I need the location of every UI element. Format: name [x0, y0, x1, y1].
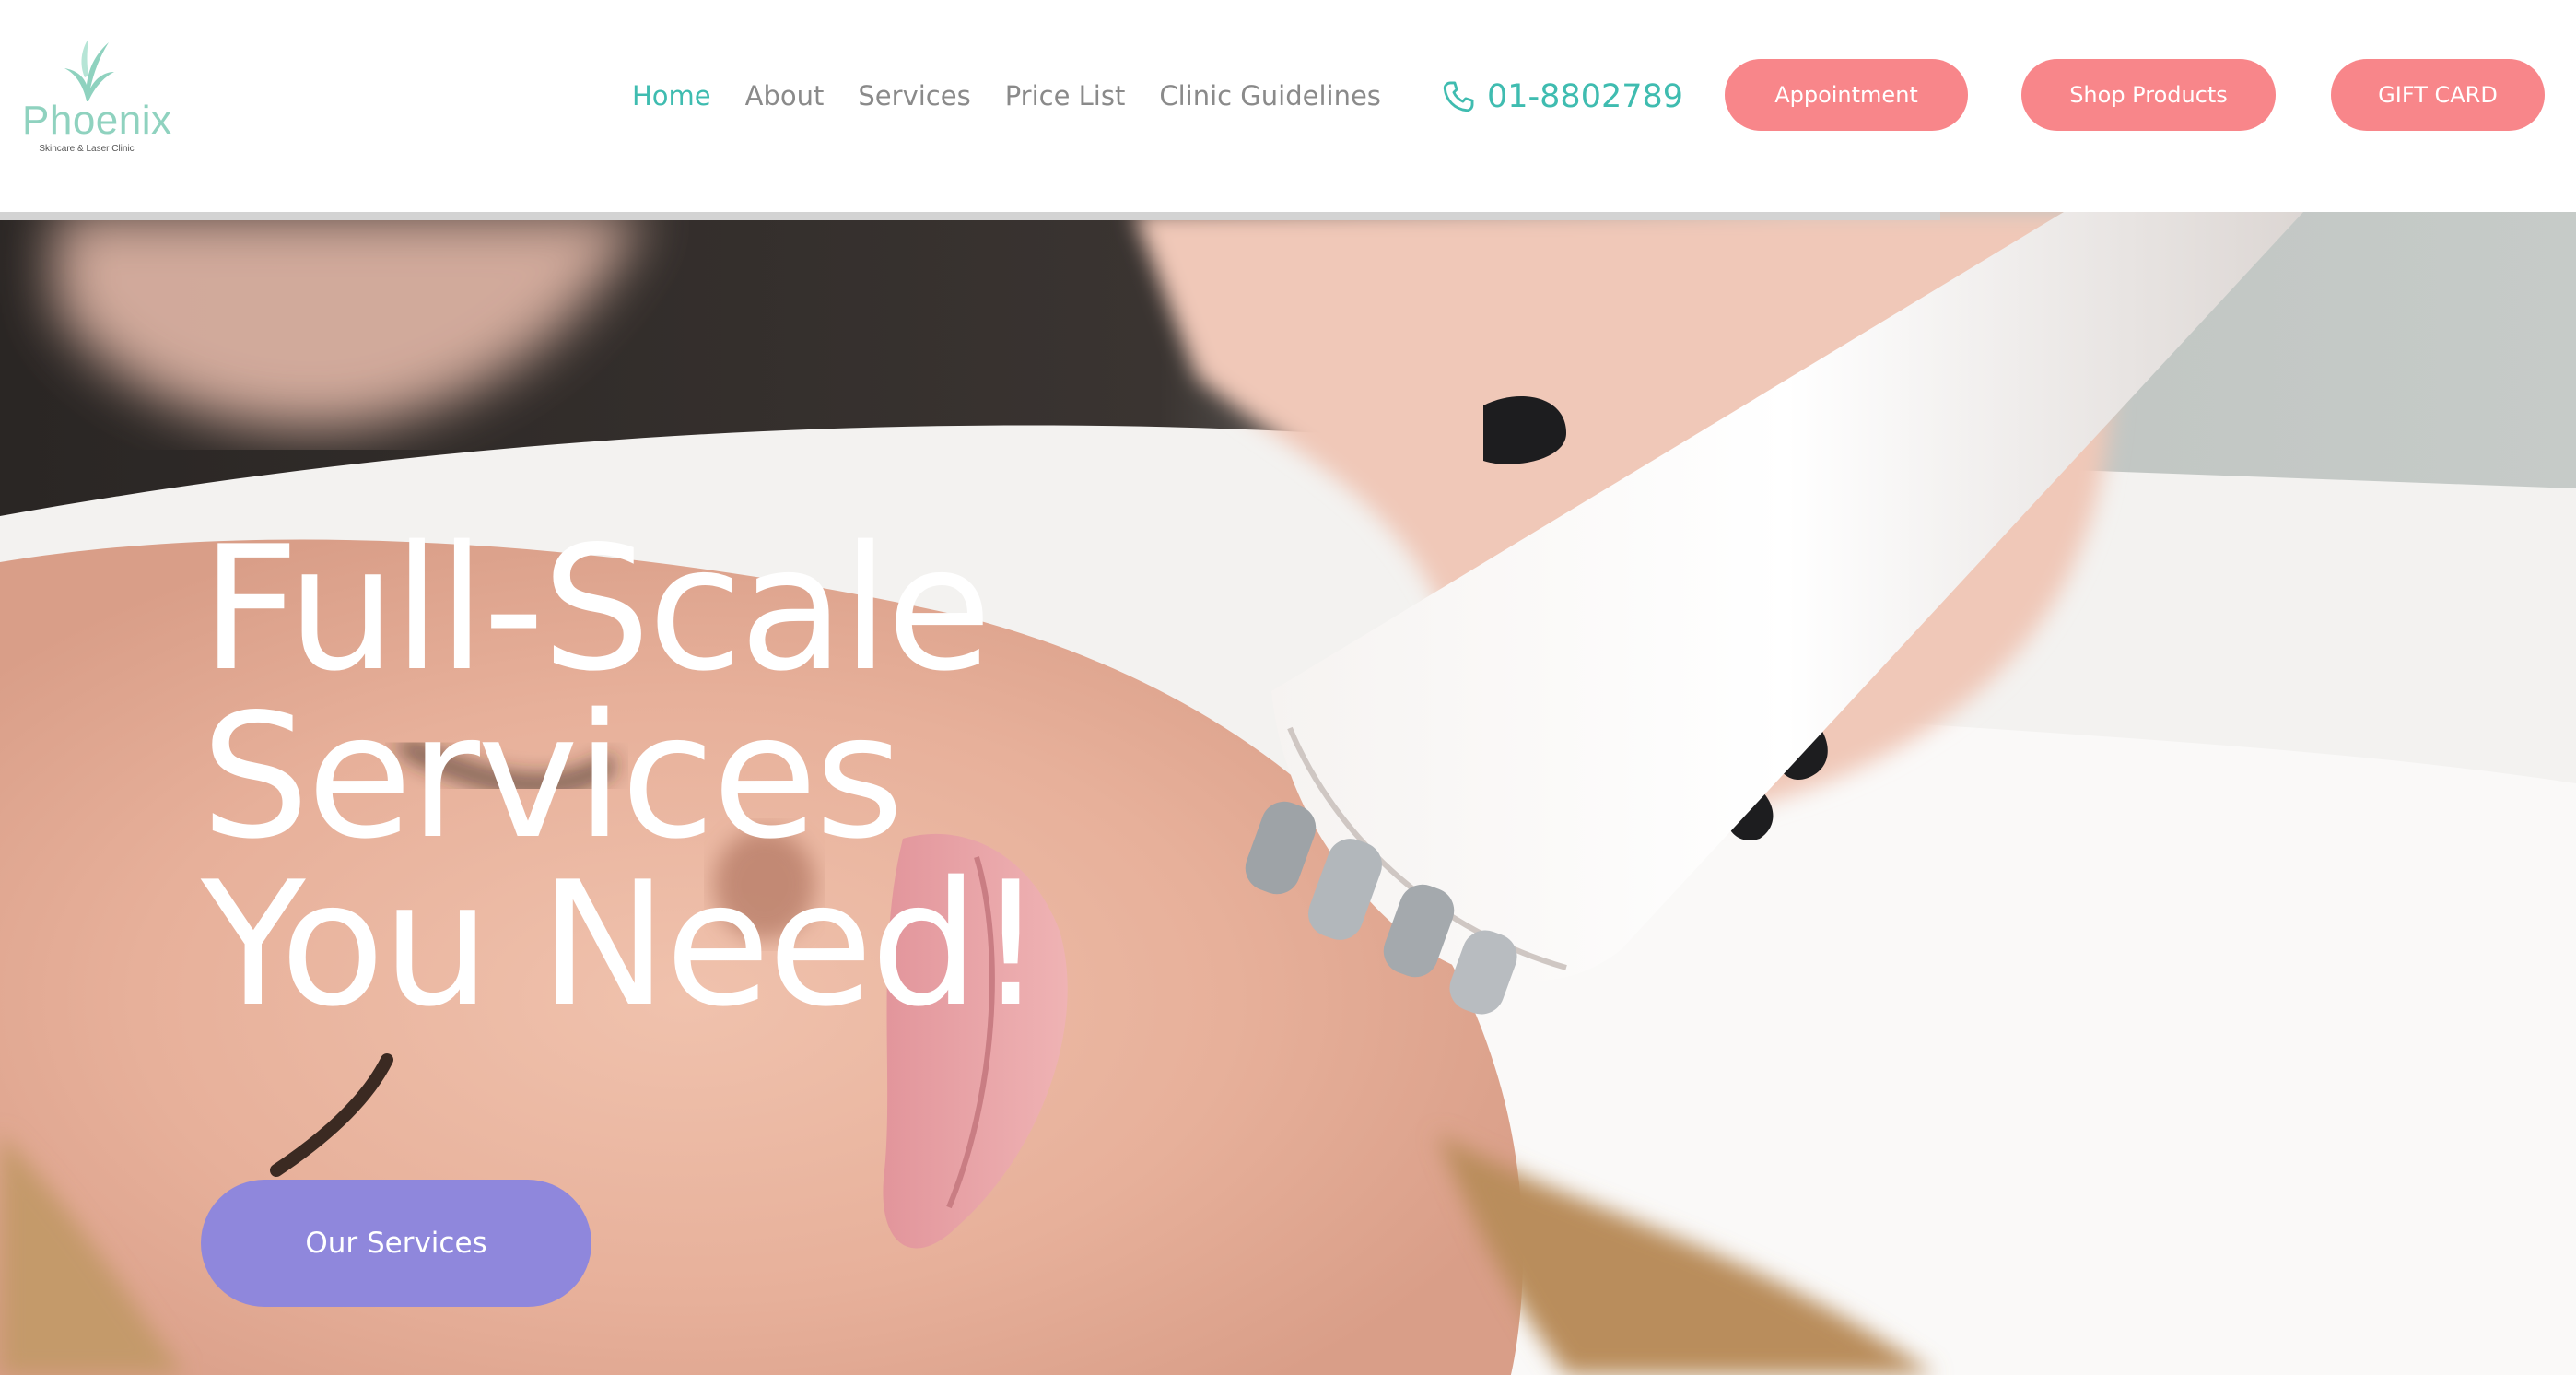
nav-services[interactable]: Services — [858, 76, 970, 116]
nav-price-list[interactable]: Price List — [1005, 76, 1126, 116]
hero-title-line-2: Services — [201, 676, 904, 876]
nav-about[interactable]: About — [745, 76, 825, 116]
hero-title-line-3: You Need! — [201, 844, 1045, 1044]
phoenix-bird-icon — [64, 39, 114, 101]
slider-progress-bar — [0, 212, 1940, 220]
nav-home[interactable]: Home — [632, 76, 711, 116]
brand-tagline: Skincare & Laser Clinic — [39, 144, 135, 154]
shop-products-button[interactable]: Shop Products — [2021, 59, 2276, 131]
logo[interactable]: Phoenix Skincare & Laser Clinic — [22, 37, 172, 159]
phone-icon — [1443, 81, 1474, 112]
phone-number: 01-8802789 — [1487, 78, 1684, 115]
gift-card-button[interactable]: GIFT CARD — [2331, 59, 2545, 131]
our-services-button[interactable]: Our Services — [201, 1180, 591, 1307]
hero-section: Full-Scale Services You Need! Our Servic… — [0, 212, 2576, 1375]
site-header: Phoenix Skincare & Laser Clinic Home Abo… — [0, 0, 2576, 212]
nav-clinic-guidelines[interactable]: Clinic Guidelines — [1159, 76, 1381, 116]
main-nav: Home About Services Price List Clinic Gu… — [632, 76, 1415, 116]
phone-link[interactable]: 01-8802789 — [1441, 74, 1683, 120]
hero-title-line-1: Full-Scale — [201, 509, 992, 709]
hero-title: Full-Scale Services You Need! — [201, 509, 1583, 1044]
brand-name: Phoenix — [22, 98, 172, 143]
appointment-button[interactable]: Appointment — [1725, 59, 1968, 131]
